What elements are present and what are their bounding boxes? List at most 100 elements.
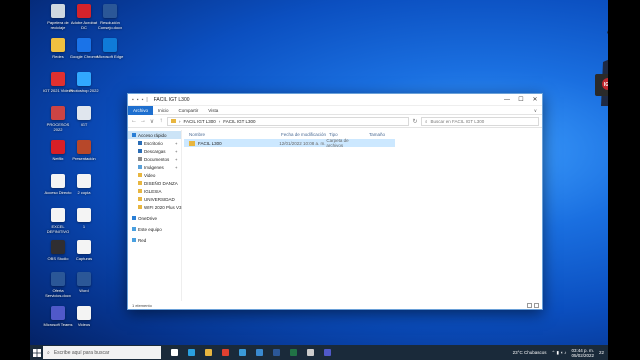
- taskbar-obs-icon[interactable]: [307, 349, 314, 356]
- expand-ribbon-icon[interactable]: ∨: [529, 106, 542, 115]
- pin-icon: ✦: [174, 148, 178, 154]
- taskbar-chrome-icon[interactable]: [222, 349, 229, 356]
- desktop-icon[interactable]: Microsoft Teams: [43, 306, 73, 327]
- desktop-app-icon: [77, 140, 91, 154]
- navigation-pane: Acceso rápido Escritorio ✦ Descargas ✦ Docume…: [128, 130, 182, 301]
- desktop-icon[interactable]: Redes: [44, 38, 72, 59]
- desktop-icon[interactable]: Capturas: [70, 240, 98, 261]
- refresh-icon[interactable]: ↻: [412, 118, 418, 125]
- column-size[interactable]: Tamaño: [369, 132, 399, 137]
- pin-icon: ✦: [174, 156, 178, 162]
- close-button[interactable]: ✕: [528, 94, 542, 106]
- tab-compartir[interactable]: Compartir: [174, 106, 204, 115]
- start-button[interactable]: [30, 345, 43, 360]
- recent-locations-icon[interactable]: ∨: [149, 118, 155, 125]
- back-arrow-icon[interactable]: ←: [131, 118, 137, 124]
- desktop-icon[interactable]: Photoshop 2022: [69, 72, 99, 93]
- right-black-bar: [608, 0, 640, 360]
- file-row[interactable]: FACIL L300 12/01/2022 10:08 a. m. Carpet…: [184, 138, 395, 148]
- sidebar-item[interactable]: UNIVERSIDAD: [128, 195, 181, 203]
- sidebar-item[interactable]: Red: [128, 236, 181, 244]
- forward-arrow-icon[interactable]: →: [140, 118, 146, 124]
- sidebar-item[interactable]: OneDrive: [128, 214, 181, 222]
- desktop-icon[interactable]: 1: [70, 208, 98, 229]
- sidebar-item-label: IGLESIA: [144, 188, 162, 194]
- tab-inicio[interactable]: Inicio: [153, 106, 174, 115]
- sidebar-item[interactable]: Acceso rápido: [128, 131, 181, 139]
- sidebar-item[interactable]: Escritorio ✦: [128, 139, 181, 147]
- sidebar-item-icon: [138, 141, 142, 145]
- desktop-icon-label: Presentación: [72, 156, 96, 161]
- tab-vista[interactable]: Vista: [203, 106, 223, 115]
- breadcrumb-item[interactable]: FACIL IGT L300: [184, 119, 216, 124]
- quick-access-item[interactable]: ▪: [137, 97, 139, 103]
- sidebar-item-label: UNIVERSIDAD: [144, 196, 175, 202]
- desktop-icon[interactable]: IGT 2021 Videos: [43, 72, 73, 93]
- up-arrow-icon[interactable]: ↑: [158, 118, 164, 124]
- sidebar-item[interactable]: Video: [128, 171, 181, 179]
- desktop-icon[interactable]: Resolución Consejo.docx: [96, 4, 124, 30]
- desktop-icon[interactable]: Google Chrome: [70, 38, 98, 59]
- desktop-icon[interactable]: IGT: [70, 106, 98, 127]
- desktop-icon[interactable]: Adobe Acrobat DC: [70, 4, 98, 30]
- clock[interactable]: 03:44 p. m. 05/02/2022: [571, 348, 594, 358]
- sidebar-item[interactable]: WIFI 2020 Plus V3: [128, 203, 182, 211]
- desktop-app-icon: [103, 4, 117, 18]
- tab-archivo[interactable]: Archivo: [128, 105, 154, 115]
- desktop-icon[interactable]: Oferta Servicios.docx: [44, 272, 72, 298]
- notification-badge[interactable]: 22: [599, 350, 604, 355]
- clock-date: 05/02/2022: [571, 352, 594, 358]
- weather-widget[interactable]: 23°C Chubascos: [513, 350, 547, 355]
- desktop-icon[interactable]: Presentación: [70, 140, 98, 161]
- breadcrumb-item[interactable]: FACIL IGT L300: [223, 119, 255, 124]
- quick-access-item[interactable]: |: [146, 97, 147, 103]
- sidebar-item[interactable]: IGLESIA: [128, 187, 181, 195]
- desktop-icon[interactable]: 2 copia: [70, 174, 98, 195]
- taskbar-excel-icon[interactable]: [290, 349, 297, 356]
- taskbar-teams-icon[interactable]: [324, 349, 331, 356]
- desktop-app-icon: [51, 140, 65, 154]
- quick-access-item[interactable]: ▪: [132, 97, 134, 103]
- desktop-icon[interactable]: EXCEL DEFINITIVO: [44, 208, 72, 234]
- desktop-app-icon: [77, 208, 91, 222]
- taskbar-explorer-icon[interactable]: [205, 349, 212, 356]
- desktop-icon-label: 2 copia: [77, 190, 91, 195]
- taskbar-store-icon[interactable]: [256, 349, 263, 356]
- sidebar-item[interactable]: Imágenes ✦: [128, 163, 181, 171]
- taskbar-search[interactable]: ⌕ Escribe aquí para buscar: [43, 346, 161, 359]
- desktop-icon[interactable]: Microsoft Edge: [96, 38, 124, 59]
- address-bar[interactable]: › FACIL IGT L300 › FACIL IGT L300: [167, 116, 409, 126]
- file-explorer-window: ▪ ▪ ▪ | FACIL IGT L300 — ☐ ✕ Archivo Inicio…: [127, 93, 543, 310]
- desktop-icon[interactable]: PROCESOS 2022: [44, 106, 72, 132]
- minimize-button[interactable]: —: [500, 94, 514, 106]
- tray-icons[interactable]: ⌃ ▮ ◖ ♪: [551, 350, 566, 356]
- details-view-icon[interactable]: [527, 302, 532, 308]
- search-icon: ⌕: [425, 118, 428, 124]
- desktop-icon[interactable]: Word: [70, 272, 98, 293]
- column-type[interactable]: Tipo: [329, 132, 369, 137]
- quick-access-item[interactable]: ▪: [142, 97, 144, 103]
- desktop-icon[interactable]: Papelera de reciclaje: [44, 4, 72, 30]
- large-icons-view-icon[interactable]: [534, 302, 539, 308]
- desktop-icon[interactable]: OBS Studio: [44, 240, 72, 261]
- sidebar-item-icon: [138, 181, 142, 185]
- sidebar-item[interactable]: Este equipo: [128, 225, 181, 233]
- sidebar-item[interactable]: DISEÑO DANZA: [128, 179, 181, 187]
- taskbar-photos-icon[interactable]: [239, 349, 246, 356]
- desktop-icon[interactable]: Videos: [70, 306, 98, 327]
- taskbar-task-view-icon[interactable]: [171, 349, 178, 356]
- taskbar-edge-icon[interactable]: [188, 349, 195, 356]
- quick-access-toolbar[interactable]: ▪ ▪ ▪ |: [132, 97, 148, 103]
- search-box[interactable]: ⌕ Buscar en FACIL IGT L300: [421, 116, 539, 126]
- desktop-icon[interactable]: Acceso Directo: [44, 174, 72, 195]
- column-name[interactable]: Nombre: [189, 132, 281, 137]
- sidebar-item[interactable]: Documentos ✦: [128, 155, 181, 163]
- taskbar-word-icon[interactable]: [273, 349, 280, 356]
- desktop-icon-label: Capturas: [75, 256, 93, 261]
- desktop-app-icon: [77, 174, 91, 188]
- sidebar-item-label: Acceso rápido: [138, 132, 167, 138]
- column-modified[interactable]: Fecha de modificación: [281, 132, 329, 137]
- desktop-icon[interactable]: Netflix: [44, 140, 72, 161]
- sidebar-item[interactable]: Descargas ✦: [128, 147, 181, 155]
- maximize-button[interactable]: ☐: [514, 94, 528, 106]
